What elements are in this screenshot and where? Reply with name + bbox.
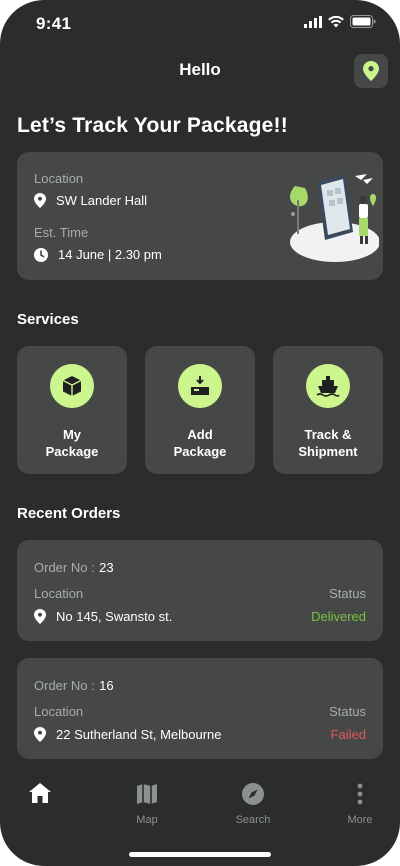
add-box-icon — [191, 376, 209, 395]
status-time: 9:41 — [36, 14, 72, 33]
order-location-label: Location — [34, 586, 84, 601]
status-bar: 9:41 — [0, 0, 400, 48]
tab-bar: Map Search More — [0, 780, 400, 840]
more-vertical-icon — [357, 783, 363, 805]
tab-more-label: More — [347, 814, 373, 826]
tab-home[interactable] — [0, 782, 80, 809]
order-address: No 145, Swansto st. — [56, 609, 173, 624]
order-status-label: Status — [329, 586, 366, 601]
service-label: My Package — [45, 427, 99, 459]
location-value: SW Lander Hall — [56, 193, 148, 208]
order-status-label: Status — [329, 704, 366, 719]
order-label: Order No : — [34, 678, 95, 693]
service-icon-bg — [178, 364, 222, 408]
tab-search[interactable]: Search — [213, 782, 293, 826]
service-icon-bg — [50, 364, 94, 408]
time-value: 14 June | 2.30 pm — [58, 247, 162, 262]
location-button[interactable] — [354, 54, 388, 88]
order-label: Order No : — [34, 560, 95, 575]
recent-orders-title: Recent Orders — [17, 505, 121, 522]
service-label: Add Package — [173, 427, 227, 459]
pin-icon — [34, 193, 46, 208]
order-location-label: Location — [34, 704, 84, 719]
service-label: Track & Shipment — [298, 427, 358, 459]
order-card[interactable]: Order No : 23 Location Status No 145, Sw… — [17, 540, 383, 641]
order-card[interactable]: Order No : 16 Location Status 22 Sutherl… — [17, 658, 383, 759]
service-track-shipment[interactable]: Track & Shipment — [273, 346, 383, 474]
tab-map-label: Map — [136, 814, 158, 826]
clock-icon — [34, 247, 48, 262]
ship-icon — [316, 376, 340, 397]
order-number: 23 — [99, 560, 114, 575]
battery-icon — [350, 15, 376, 28]
tab-more[interactable]: More — [320, 782, 400, 826]
status-badge: Failed — [330, 727, 366, 742]
services-title: Services — [17, 311, 79, 328]
order-number: 16 — [99, 678, 114, 693]
wifi-icon — [328, 15, 344, 27]
location-label: Location — [34, 171, 84, 186]
home-icon — [29, 783, 51, 803]
service-add-package[interactable]: Add Package — [145, 346, 255, 474]
order-address: 22 Sutherland St, Melbourne — [56, 727, 222, 742]
map-icon — [137, 784, 157, 804]
service-icon-bg — [306, 364, 350, 408]
service-my-package[interactable]: My Package — [17, 346, 127, 474]
pin-icon — [34, 609, 46, 624]
tracking-card[interactable]: Location SW Lander Hall Est. Time 14 Jun… — [17, 152, 383, 280]
pin-icon — [34, 727, 46, 742]
tab-search-label: Search — [235, 814, 271, 826]
phone-screen: 9:41 Hello Let’s Track Your Package!! Lo… — [0, 0, 400, 866]
signal-icon — [304, 15, 322, 28]
location-pin-icon — [363, 61, 379, 81]
headline: Let’s Track Your Package!! — [17, 114, 288, 137]
time-label: Est. Time — [34, 225, 89, 240]
home-indicator[interactable] — [129, 852, 271, 857]
status-badge: Delivered — [311, 609, 366, 624]
compass-icon — [242, 783, 264, 805]
page-title: Hello — [179, 60, 221, 79]
tracking-illustration — [290, 174, 379, 262]
package-icon — [62, 376, 82, 396]
status-icons — [304, 15, 376, 28]
tab-map[interactable]: Map — [107, 782, 187, 826]
